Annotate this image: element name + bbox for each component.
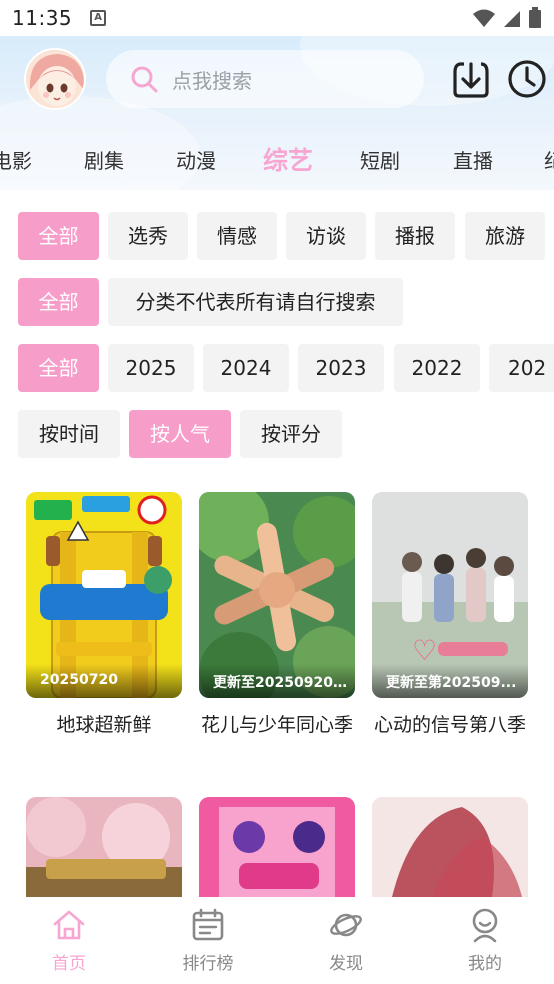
poster-badge: 20250720 xyxy=(26,664,182,698)
year-chip[interactable]: 2023 xyxy=(298,344,384,392)
poster-image xyxy=(199,797,355,897)
show-poster[interactable] xyxy=(372,797,528,897)
home-icon xyxy=(53,910,85,940)
nav-home-label: 首页 xyxy=(52,954,86,974)
tab-live[interactable]: 直播 xyxy=(453,141,493,181)
show-poster[interactable] xyxy=(199,797,355,897)
show-poster[interactable] xyxy=(26,797,182,897)
bottom-nav: 首页 排行榜 发现 我的 xyxy=(0,897,554,984)
calendar-icon xyxy=(192,908,224,941)
tab-variety[interactable]: 综艺 xyxy=(263,141,313,181)
show-title[interactable]: 心动的信号第八季 xyxy=(372,710,528,740)
tab-shorts[interactable]: 短剧 xyxy=(360,141,400,181)
show-poster[interactable]: 20250720 xyxy=(26,492,182,698)
show-card[interactable]: 20250720 地球超新鲜 xyxy=(26,492,182,740)
show-card[interactable]: 更新至20250920... 花儿与少年同心季 xyxy=(199,492,355,740)
search-bar[interactable]: 点我搜索 xyxy=(106,50,424,108)
filter-notice-chip[interactable]: 分类不代表所有请自行搜索 xyxy=(108,278,403,326)
region-chip-all[interactable]: 全部 xyxy=(18,278,99,326)
nav-ranking-label: 排行榜 xyxy=(182,954,234,974)
genre-chip[interactable]: 选秀 xyxy=(108,212,188,260)
year-chip[interactable]: 2025 xyxy=(108,344,194,392)
header: 点我搜索 电影 剧集 动漫 综艺 短剧 直播 纪 xyxy=(0,36,554,190)
planet-icon xyxy=(330,913,362,937)
poster-badge: 更新至20250920... xyxy=(199,664,355,698)
status-bar: 11:35 A xyxy=(0,0,554,36)
nav-profile-label: 我的 xyxy=(468,954,502,974)
year-chip[interactable]: 2024 xyxy=(203,344,289,392)
tab-series[interactable]: 剧集 xyxy=(84,141,124,181)
sort-chip-popularity[interactable]: 按人气 xyxy=(129,410,231,458)
poster-image xyxy=(26,797,182,897)
download-icon[interactable] xyxy=(450,58,492,100)
nav-discover-label: 发现 xyxy=(329,954,363,974)
genre-chip[interactable]: 访谈 xyxy=(286,212,366,260)
tab-movies[interactable]: 电影 xyxy=(0,141,32,181)
genre-chip[interactable]: 播报 xyxy=(375,212,455,260)
category-tabs: 电影 剧集 动漫 综艺 短剧 直播 纪 xyxy=(0,141,554,187)
nav-home[interactable]: 首页 xyxy=(24,907,114,974)
svg-text:♡: ♡ xyxy=(412,634,437,667)
battery-icon xyxy=(529,7,541,28)
signal-icon xyxy=(504,11,520,27)
sort-filter-row: 按时间 按人气 按评分 xyxy=(0,410,554,458)
year-chip[interactable]: 2022 xyxy=(394,344,480,392)
search-placeholder: 点我搜索 xyxy=(172,68,252,93)
history-icon[interactable] xyxy=(506,58,548,100)
poster-image xyxy=(372,797,528,897)
genre-chip[interactable]: 情感 xyxy=(197,212,277,260)
tab-documentary[interactable]: 纪 xyxy=(544,141,554,181)
avatar[interactable] xyxy=(24,48,86,110)
sort-chip-time[interactable]: 按时间 xyxy=(18,410,120,458)
nav-discover[interactable]: 发现 xyxy=(301,907,391,974)
genre-chip-all[interactable]: 全部 xyxy=(18,212,99,260)
nav-ranking[interactable]: 排行榜 xyxy=(163,907,253,974)
nav-profile[interactable]: 我的 xyxy=(440,907,530,974)
year-filter-row: 全部 2025 2024 2023 2022 202 xyxy=(0,344,554,392)
status-time: 11:35 xyxy=(12,6,73,30)
genre-filter-row: 全部 选秀 情感 访谈 播报 旅游 xyxy=(0,212,554,260)
show-title[interactable]: 花儿与少年同心季 xyxy=(199,710,355,740)
search-icon xyxy=(131,66,158,93)
show-poster[interactable]: ♡ 更新至第202509... xyxy=(372,492,528,698)
year-chip[interactable]: 202 xyxy=(489,344,554,392)
show-title[interactable]: 地球超新鲜 xyxy=(26,710,182,740)
genre-chip[interactable]: 旅游 xyxy=(465,212,545,260)
person-icon xyxy=(472,908,498,943)
notification-icon: A xyxy=(90,10,107,26)
region-filter-row: 全部 分类不代表所有请自行搜索 xyxy=(0,278,554,326)
wifi-icon xyxy=(473,9,495,27)
tab-anime[interactable]: 动漫 xyxy=(176,141,216,181)
sort-chip-rating[interactable]: 按评分 xyxy=(240,410,342,458)
show-poster[interactable]: 更新至20250920... xyxy=(199,492,355,698)
show-card[interactable]: ♡ 更新至第202509... 心动的信号第八季 xyxy=(372,492,528,740)
poster-badge: 更新至第202509... xyxy=(372,664,528,698)
year-chip-all[interactable]: 全部 xyxy=(18,344,99,392)
